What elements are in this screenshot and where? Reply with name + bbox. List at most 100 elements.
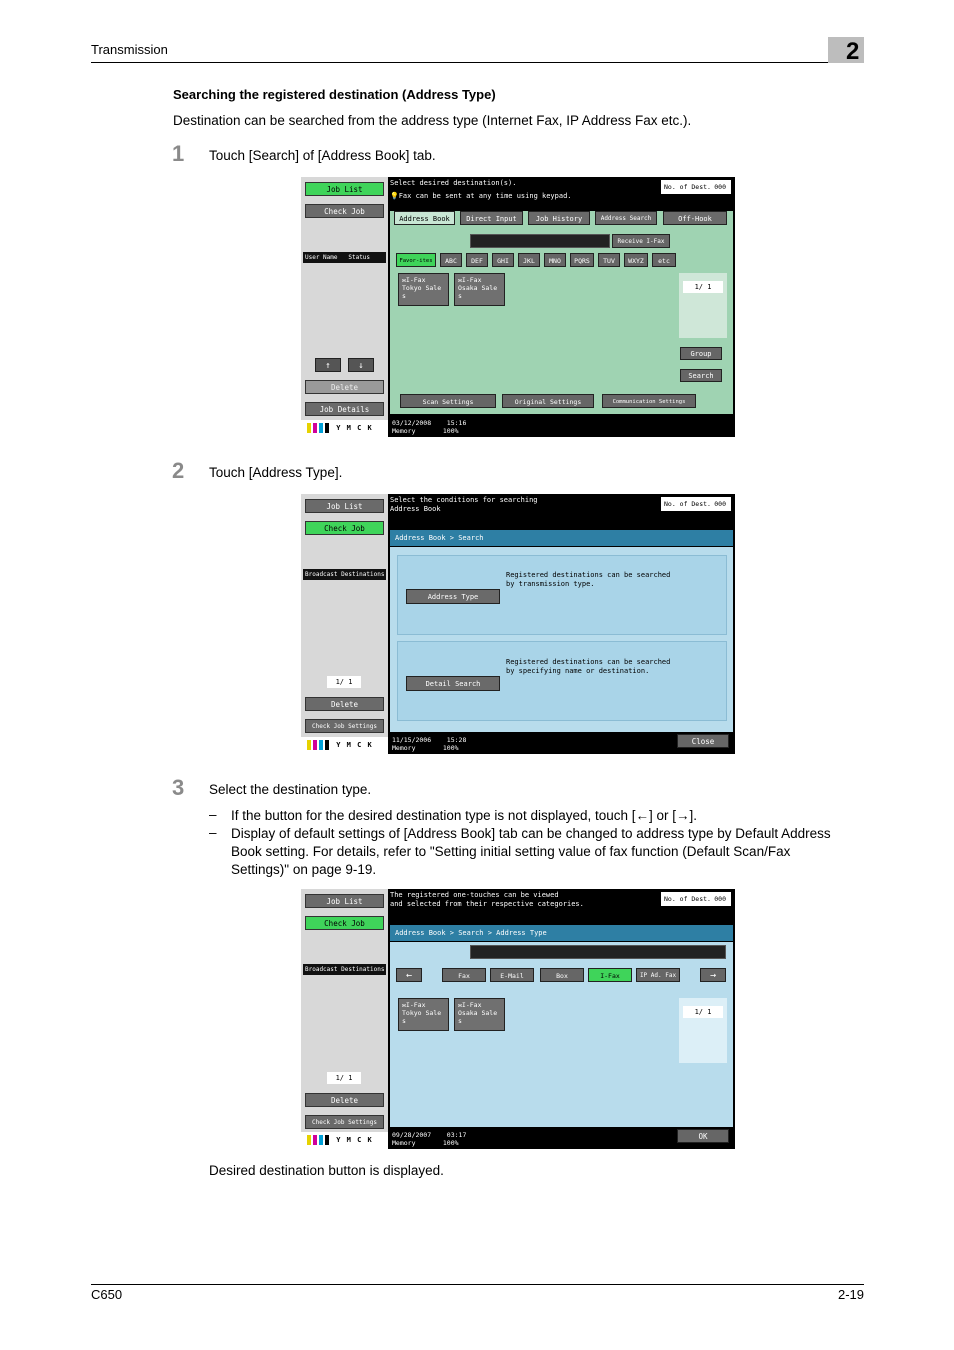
index-mno[interactable]: MNO [544,253,566,267]
left-arrow-icon[interactable]: ← [396,968,422,982]
dest-osaka-sales[interactable]: ✉I-Fax Osaka Sale s [454,998,505,1031]
left-panel: Job List Check Job User Name Status ↑ ↓ … [301,177,388,437]
job-list-button[interactable]: Job List [305,499,384,513]
scan-settings-button[interactable]: Scan Settings [400,394,496,408]
index-abc[interactable]: ABC [440,253,462,267]
check-job-settings-button[interactable]: Check Job Settings [305,1115,384,1129]
user-status-header: User Name Status [303,252,386,263]
dest-type: I-Fax [405,1001,426,1009]
down-arrow-icon[interactable]: ↓ [348,358,374,372]
page-panel: 1/ 1 [679,998,727,1063]
job-details-button[interactable]: Job Details [305,402,384,416]
search-button[interactable]: Search [680,369,722,382]
tab-address-search[interactable]: Address Search [595,211,657,225]
dest-counter: No. of Dest. 000 [661,497,731,511]
up-arrow-icon[interactable]: ↑ [315,358,341,372]
job-list-button[interactable]: Job List [305,894,384,908]
memory-label: Memory [392,427,416,435]
footer-page: 2-19 [837,1287,864,1302]
dest-name: Osaka Sale [458,1009,498,1017]
tab-direct-input[interactable]: Direct Input [460,211,523,225]
toner-label: Y M C K [336,424,373,432]
address-type-desc: Registered destinations can be searched … [506,571,670,589]
status-bar: 11/15/2006 15:28 Memory 100% [390,734,660,754]
detail-search-button[interactable]: Detail Search [406,676,500,691]
breadcrumb: Address Book > Search [390,530,733,546]
page-panel: 1/ 1 [679,273,727,338]
tab-off-hook[interactable]: Off-Hook [663,211,727,225]
check-job-button[interactable]: Check Job [305,521,384,535]
index-def[interactable]: DEF [466,253,488,267]
address-type-button[interactable]: Address Type [406,589,500,604]
index-favorites[interactable]: Favor-ites [396,253,436,267]
dest-counter: No. of Dest. 000 [661,892,731,906]
dest-osaka-sales[interactable]: ✉I-Fax Osaka Sale s [454,273,505,306]
right-arrow-icon[interactable]: → [700,968,726,982]
check-job-button[interactable]: Check Job [305,916,384,930]
dest-name-cont: s [402,1017,406,1025]
detail-search-panel: Detail Search Registered destinations ca… [397,641,727,721]
status-time: 15:28 [446,736,467,744]
step-text: Touch [Search] of [Address Book] tab. [209,148,436,163]
index-jkl[interactable]: JKL [518,253,540,267]
toner-indicator: Y M C K [301,737,388,754]
ok-button[interactable]: OK [677,1129,729,1143]
result-text: Desired destination button is displayed. [209,1163,444,1178]
page-indicator: 1/ 1 [683,1006,723,1018]
index-tuv[interactable]: TUV [598,253,620,267]
message-area: Select the conditions for searching Addr… [390,496,660,514]
memory-value: 100% [442,744,459,752]
message-text-cont: and selected from their respective categ… [390,900,584,908]
search-field [470,945,726,959]
type-email[interactable]: E-Mail [490,968,534,982]
check-job-button[interactable]: Check Job [305,204,384,218]
message-area: Select desired destination(s). 💡Fax can … [390,179,660,201]
bullet-dash: – [209,807,217,822]
index-wxyz[interactable]: WXYZ [624,253,648,267]
communication-settings-button[interactable]: Communication Settings [602,394,696,408]
bullet-dash: – [209,825,217,840]
index-pqrs[interactable]: PQRS [570,253,594,267]
group-button[interactable]: Group [680,347,722,360]
dest-count: 000 [714,895,726,903]
detail-search-desc-line: by specifying name or destination. [506,667,650,675]
original-settings-button[interactable]: Original Settings [502,394,594,408]
type-fax[interactable]: Fax [442,968,486,982]
type-ifax[interactable]: I-Fax [588,968,632,982]
tab-address-book[interactable]: Address Book [394,211,455,225]
screenshot-address-book: Job List Check Job User Name Status ↑ ↓ … [301,177,735,437]
status-date: 11/15/2006 [392,736,432,744]
index-etc[interactable]: etc [652,253,676,267]
job-list-button[interactable]: Job List [305,182,384,196]
dest-type: I-Fax [461,276,482,284]
dest-tokyo-sales[interactable]: ✉I-Fax Tokyo Sale s [398,273,449,306]
bullet-item: Display of default settings of [Address … [231,826,831,877]
footer-model: C650 [91,1287,123,1302]
index-ghi[interactable]: GHI [492,253,514,267]
detail-search-desc-line: Registered destinations can be searched [506,658,671,666]
message-text-cont: Address Book [390,505,441,513]
close-button[interactable]: Close [677,734,729,748]
dest-name-cont: s [458,1017,462,1025]
delete-button[interactable]: Delete [305,1093,384,1107]
type-box[interactable]: Box [540,968,584,982]
delete-button[interactable]: Delete [305,697,384,711]
delete-button[interactable]: Delete [305,380,384,394]
toner-label: Y M C K [336,741,373,749]
tab-job-history[interactable]: Job History [528,211,590,225]
dest-count: 000 [714,500,726,508]
message-text: The registered one-touches can be viewed [390,891,559,899]
dest-tokyo-sales[interactable]: ✉I-Fax Tokyo Sale s [398,998,449,1031]
dest-counter: No. of Dest. 000 [661,180,731,194]
bullet-item: If the button for the desired destinatio… [231,808,698,823]
check-job-settings-button[interactable]: Check Job Settings [305,719,384,733]
running-header: Transmission [91,42,168,57]
toner-label: Y M C K [336,1136,373,1144]
dest-counter-label: No. of Dest. [664,500,711,508]
status-label: Status [348,254,371,261]
type-ip-address-fax[interactable]: IP Ad. Fax [636,968,680,982]
receive-ifax-button[interactable]: Receive I-Fax [612,234,670,248]
message-hint: 💡Fax can be sent at any time using keypa… [390,192,572,200]
broadcast-destinations-header: Broadcast Destinations [303,964,386,975]
address-type-pane: ← Fax E-Mail Box I-Fax IP Ad. Fax → ✉I-F… [390,942,733,1127]
